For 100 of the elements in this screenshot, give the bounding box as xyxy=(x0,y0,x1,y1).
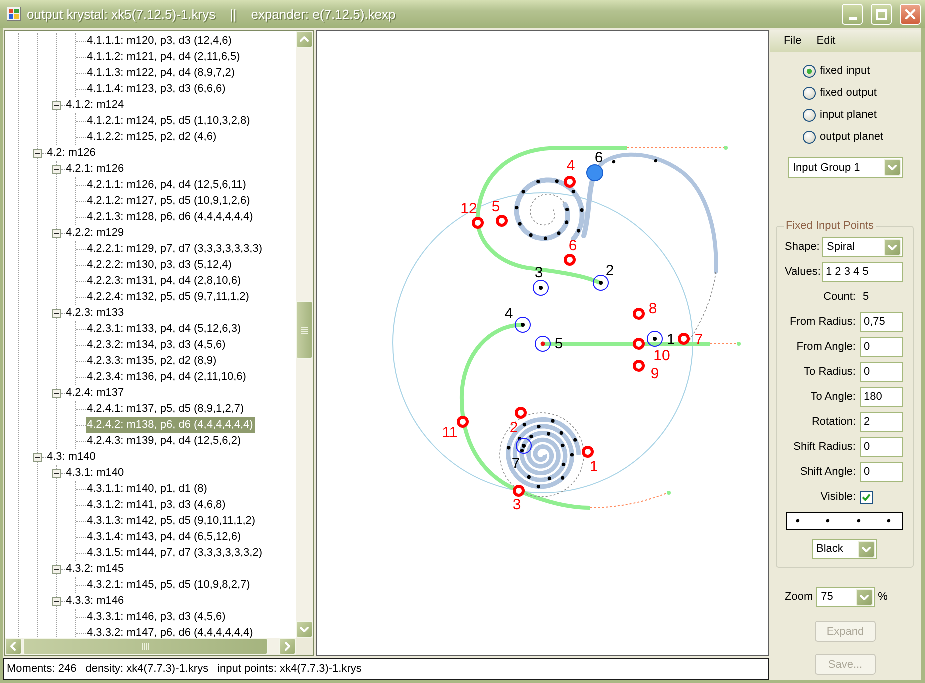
tree-item[interactable]: 4.2.2: m129 xyxy=(65,225,126,241)
zoom-dropdown[interactable]: 75 xyxy=(816,587,876,607)
tree-item[interactable]: 4.1.1.4: m123, p3, d3 (6,6,6) xyxy=(86,81,228,97)
track-dot xyxy=(548,476,552,480)
collapse-icon[interactable] xyxy=(52,564,61,574)
tree-item[interactable]: 4.1.2.1: m124, p5, d5 (1,10,3,2,8) xyxy=(86,113,252,129)
point-label: 9 xyxy=(650,366,660,382)
tree-item[interactable]: 4.1.1.1: m120, p3, d3 (12,4,6) xyxy=(86,33,234,49)
tree-item[interactable]: 4.2.2.3: m131, p4, d4 (2,8,10,6) xyxy=(86,273,244,289)
menu-item[interactable]: Edit xyxy=(810,33,843,49)
input-group-dropdown[interactable]: Input Group 1 xyxy=(788,157,903,178)
filled-circle-marker[interactable] xyxy=(586,164,604,182)
horizontal-scrollbar[interactable] xyxy=(5,638,296,655)
tree-item[interactable]: 4.2.1: m126 xyxy=(65,161,126,177)
shape-dropdown[interactable]: Spiral xyxy=(822,237,903,257)
menu-item[interactable]: File xyxy=(778,33,809,49)
ring-marker xyxy=(678,333,690,345)
field-label: Shift Radius: xyxy=(794,441,856,453)
ring-marker xyxy=(472,217,484,229)
tree-item[interactable]: 4.2.1.3: m128, p6, d6 (4,4,4,4,4,4) xyxy=(86,209,256,225)
track-dot xyxy=(565,220,569,224)
tree-item[interactable]: 4.2.2.2: m130, p3, d3 (5,12,4) xyxy=(86,257,234,273)
scrollbar-thumb[interactable] xyxy=(296,301,313,359)
status-text: input points: xk4(7.7.3)-1.krys xyxy=(218,663,362,675)
tree-item[interactable]: 4.3.1.2: m141, p3, d3 (4,6,8) xyxy=(86,497,228,513)
tree-item[interactable]: 4.2.3.2: m134, p3, d3 (4,5,6) xyxy=(86,337,228,353)
tree-item[interactable]: 4.3.3.2: m147, p6, d6 (4,4,4,4,4,4) xyxy=(86,625,256,638)
target-marker[interactable] xyxy=(593,275,609,291)
tree-item[interactable]: 4.1.2: m124 xyxy=(65,97,126,113)
line-style-swatch[interactable] xyxy=(786,512,902,530)
tree-item[interactable]: 4.3.1.3: m142, p5, d5 (9,10,11,1,2) xyxy=(86,513,258,529)
tree-item[interactable]: 4.1.1.2: m121, p4, d4 (2,11,6,5) xyxy=(86,49,242,65)
tree-item[interactable]: 4.3.1: m140 xyxy=(65,465,126,481)
track-dot xyxy=(530,434,534,438)
vertical-scrollbar[interactable] xyxy=(296,31,313,638)
tree-item[interactable]: 4.2.4: m137 xyxy=(65,385,126,401)
target-marker[interactable] xyxy=(515,317,531,333)
number-field[interactable]: 0 xyxy=(860,437,903,457)
tree-item[interactable]: 4.3.3.1: m146, p3, d3 (4,5,6) xyxy=(86,609,228,625)
dropdown-arrow-button[interactable] xyxy=(856,588,874,606)
tree-item[interactable]: 4.1.1.3: m122, p4, d4 (8,9,7,2) xyxy=(86,65,237,81)
tree-item[interactable]: 4.2.3: m133 xyxy=(65,305,126,321)
collapse-icon[interactable] xyxy=(52,388,61,398)
collapse-icon[interactable] xyxy=(52,100,61,110)
dropdown-arrow-button[interactable] xyxy=(858,540,874,558)
tree-item[interactable]: 4.2.3.3: m135, p2, d2 (8,9) xyxy=(86,353,219,369)
values-field[interactable]: 1 2 3 4 5 xyxy=(822,262,903,282)
dropdown-arrow-button[interactable] xyxy=(884,238,901,256)
number-field[interactable]: 0 xyxy=(860,337,903,357)
number-field[interactable]: 0,75 xyxy=(860,312,903,332)
mode-radio[interactable]: fixed output xyxy=(803,82,877,104)
collapse-icon[interactable] xyxy=(52,164,61,174)
track-dot xyxy=(612,160,616,164)
tree-item[interactable]: 4.2.2.1: m129, p7, d7 (3,3,3,3,3,3,3) xyxy=(86,241,265,257)
mode-radio[interactable]: fixed input xyxy=(803,60,870,82)
tree-item[interactable]: 4.2.3.4: m136, p4, d4 (2,11,10,6) xyxy=(86,369,248,385)
tree-item[interactable]: 4.2.4.1: m137, p5, d5 (8,9,1,2,7) xyxy=(86,401,246,417)
collapse-icon[interactable] xyxy=(52,596,61,606)
tree-item[interactable]: 4.3.1.4: m143, p4, d4 (6,5,12,6) xyxy=(86,529,244,545)
ring-marker xyxy=(633,360,645,372)
tree-item[interactable]: 4.2.4.3: m139, p4, d4 (12,5,6,2) xyxy=(86,433,244,449)
target-marker[interactable] xyxy=(516,438,532,454)
collapse-icon[interactable] xyxy=(33,148,42,158)
tree-item[interactable]: 4.2.1.2: m127, p5, d5 (10,9,1,2,6) xyxy=(86,193,252,209)
dropdown-arrow-button[interactable] xyxy=(884,159,901,176)
point-label: 8 xyxy=(648,300,658,318)
tree-item[interactable]: 4.3.3: m146 xyxy=(65,593,126,609)
checkbox[interactable] xyxy=(860,490,873,504)
color-dropdown[interactable]: Black xyxy=(812,539,876,559)
point-label: 3 xyxy=(534,264,544,282)
tree-item[interactable]: 4.1.2.2: m125, p2, d2 (4,6) xyxy=(86,129,219,145)
tree-item[interactable]: 4.3: m140 xyxy=(46,449,98,465)
point-label: 5 xyxy=(492,198,500,216)
tree-item[interactable]: 4.3.1.1: m140, p1, d1 (8) xyxy=(86,481,210,497)
collapse-icon[interactable] xyxy=(33,452,42,462)
tree-item[interactable]: 4.3.2: m145 xyxy=(65,561,126,577)
collapse-icon[interactable] xyxy=(52,228,61,238)
collapse-icon[interactable] xyxy=(52,308,61,318)
close-button[interactable] xyxy=(900,4,921,24)
tree-item[interactable]: 4.3.2.1: m145, p5, d5 (10,9,8,2,7) xyxy=(86,577,252,593)
mode-radio[interactable]: input planet xyxy=(803,104,877,126)
scrollbar-thumb[interactable] xyxy=(23,638,268,655)
target-marker[interactable] xyxy=(533,280,549,296)
status-text: density: xk4(7.7.3)-1.krys xyxy=(86,663,209,675)
tree-item[interactable]: 4.2.2.4: m132, p5, d5 (9,7,11,1,2) xyxy=(86,289,252,305)
field-label: To Angle: xyxy=(810,391,856,403)
ring-marker xyxy=(633,338,645,350)
number-field[interactable]: 0 xyxy=(860,462,903,482)
tree-item[interactable]: 4.2.1.1: m126, p4, d4 (12,5,6,11) xyxy=(86,177,248,193)
track-dot xyxy=(566,208,570,212)
tree-item[interactable]: 4.2.3.1: m133, p4, d4 (5,12,6,3) xyxy=(86,321,244,337)
number-field[interactable]: 2 xyxy=(860,412,903,432)
collapse-icon[interactable] xyxy=(52,468,61,478)
mode-radio[interactable]: output planet xyxy=(803,126,884,148)
tree-item[interactable]: 4.2: m126 xyxy=(46,145,98,161)
ring-marker xyxy=(564,254,576,266)
target-marker[interactable] xyxy=(647,331,663,347)
number-field[interactable]: 180 xyxy=(860,387,903,407)
number-field[interactable]: 0 xyxy=(860,362,903,382)
tree-item[interactable]: 4.3.1.5: m144, p7, d7 (3,3,3,3,3,3,2) xyxy=(86,545,265,561)
